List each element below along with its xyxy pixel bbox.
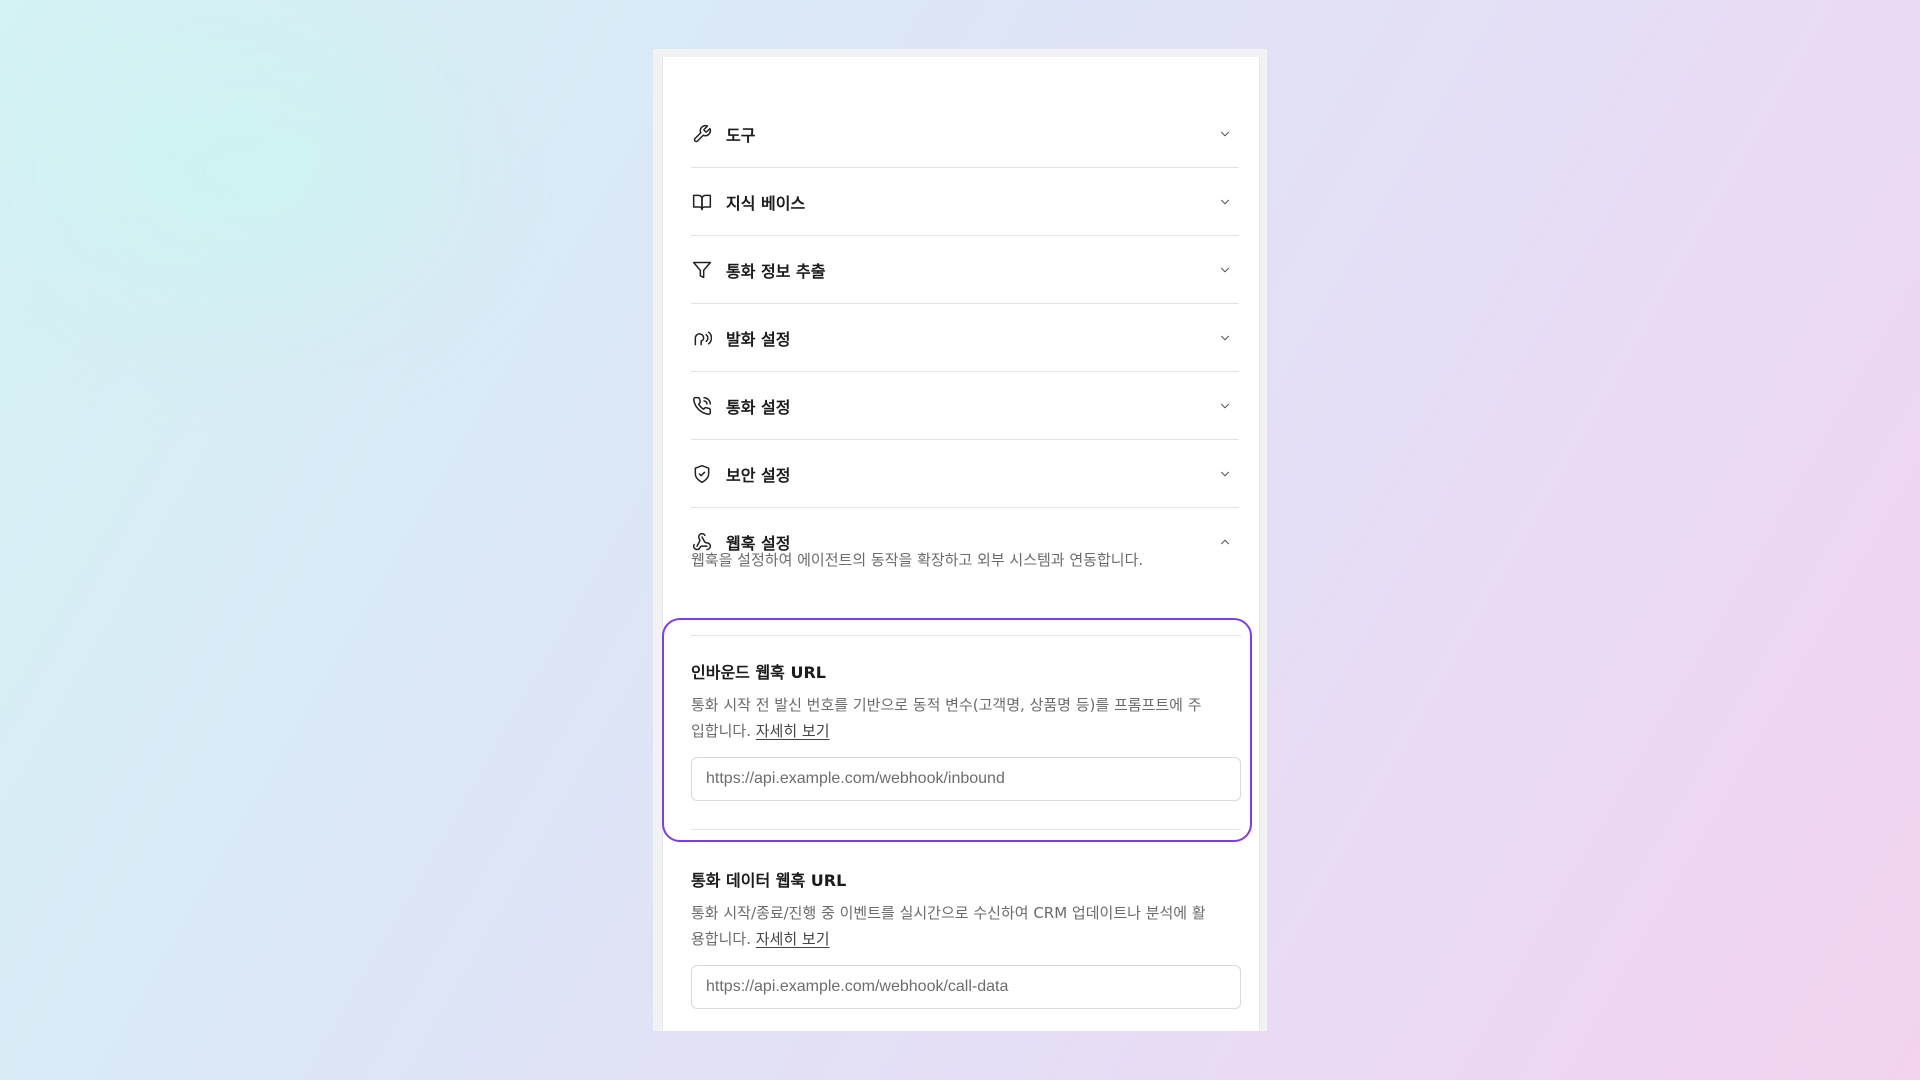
chevron-down-icon [1217, 194, 1233, 210]
speech-icon [691, 327, 713, 349]
call-data-webhook-title: 통화 데이터 웹훅 URL [691, 871, 847, 890]
chevron-down-icon [1217, 126, 1233, 142]
chevron-down-icon [1217, 398, 1233, 414]
background-glow [60, 40, 440, 300]
accordion-item-label: 통화 설정 [726, 397, 791, 417]
wrench-icon [691, 123, 713, 145]
accordion-item-call-settings[interactable]: 통화 설정 [691, 372, 1239, 440]
shield-check-icon [691, 463, 713, 485]
accordion-item-label: 도구 [726, 125, 756, 145]
call-data-webhook-section: 통화 데이터 웹훅 URL 통화 시작/종료/진행 중 이벤트를 실시간으로 수… [691, 867, 1241, 1009]
accordion-item-label: 보안 설정 [726, 465, 791, 485]
divider [691, 635, 1241, 636]
inbound-webhook-description: 통화 시작 전 발신 번호를 기반으로 동적 변수(고객명, 상품명 등)를 프… [691, 692, 1241, 744]
accordion-item-knowledge-base[interactable]: 지식 베이스 [691, 168, 1239, 236]
call-data-learn-more-link[interactable]: 자세히 보기 [756, 930, 830, 948]
accordion-item-label: 발화 설정 [726, 329, 791, 349]
chevron-down-icon [1217, 330, 1233, 346]
accordion-item-label: 지식 베이스 [726, 193, 806, 213]
book-open-icon [691, 191, 713, 213]
webhook-description: 웹훅을 설정하여 에이전트의 동작을 확장하고 외부 시스템과 연동합니다. [691, 551, 1144, 569]
call-data-webhook-description: 통화 시작/종료/진행 중 이벤트를 실시간으로 수신하여 CRM 업데이트나 … [691, 900, 1241, 952]
chevron-up-icon [1217, 534, 1233, 550]
accordion-item-label: 통화 정보 추출 [726, 261, 826, 281]
settings-panel: 도구 지식 베이스 통화 정보 추출 발화 설정 통화 설정 보안 설정 웹훅 … [653, 49, 1267, 1031]
inbound-webhook-section: 인바운드 웹훅 URL 통화 시작 전 발신 번호를 기반으로 동적 변수(고객… [691, 659, 1241, 801]
accordion-item-call-info-extraction[interactable]: 통화 정보 추출 [691, 236, 1239, 304]
call-data-webhook-url-input[interactable] [691, 965, 1241, 1009]
accordion-item-speech-settings[interactable]: 발화 설정 [691, 304, 1239, 372]
settings-panel-body[interactable]: 도구 지식 베이스 통화 정보 추출 발화 설정 통화 설정 보안 설정 웹훅 … [662, 57, 1260, 1031]
chevron-down-icon [1217, 466, 1233, 482]
inbound-webhook-desc-line2: 입합니다. [691, 722, 751, 740]
divider [691, 829, 1241, 830]
filter-icon [691, 259, 713, 281]
inbound-webhook-title: 인바운드 웹훅 URL [691, 663, 826, 682]
accordion-item-tools[interactable]: 도구 [691, 100, 1239, 168]
phone-call-icon [691, 395, 713, 417]
chevron-down-icon [1217, 262, 1233, 278]
inbound-webhook-url-input[interactable] [691, 757, 1241, 801]
call-data-webhook-desc-line1: 통화 시작/종료/진행 중 이벤트를 실시간으로 수신하여 CRM 업데이트나 … [691, 904, 1206, 922]
accordion-item-security-settings[interactable]: 보안 설정 [691, 440, 1239, 508]
call-data-webhook-desc-line2: 용합니다. [691, 930, 751, 948]
inbound-learn-more-link[interactable]: 자세히 보기 [756, 722, 830, 740]
inbound-webhook-desc-line1: 통화 시작 전 발신 번호를 기반으로 동적 변수(고객명, 상품명 등)를 프… [691, 696, 1202, 714]
